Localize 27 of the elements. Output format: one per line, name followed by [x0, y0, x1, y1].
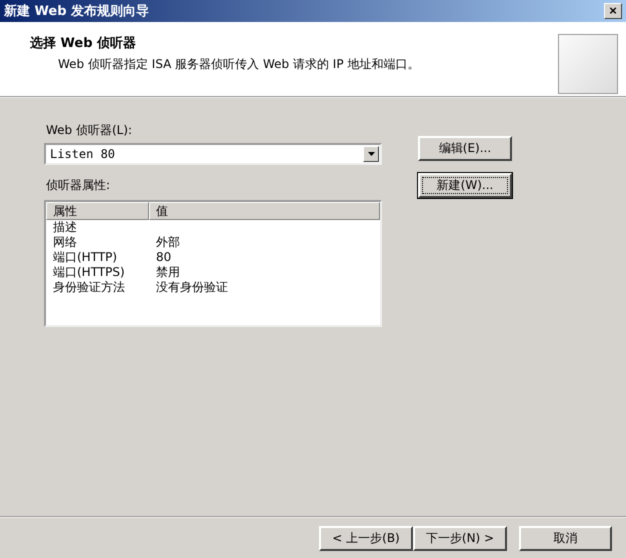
next-button[interactable]: 下一步(N) >: [413, 526, 507, 550]
table-cell-text: 没有身份验证: [156, 280, 229, 295]
table-cell-text: 禁用: [156, 265, 181, 280]
section-label: 侦听器属性:: [46, 177, 112, 194]
field-label: Web 侦听器(L):: [46, 122, 134, 139]
column-header[interactable]: 值: [149, 202, 380, 220]
cancel-button[interactable]: 取消: [519, 526, 612, 550]
caret-icon: [368, 152, 374, 156]
table-cell-text: 端口(HTTP): [53, 250, 118, 265]
listener-dropdown[interactable]: Listen 80: [44, 143, 382, 165]
wizard-graphic: [558, 34, 618, 94]
table-cell-text: 外部: [156, 235, 181, 250]
page-title: 选择 Web 侦听器: [30, 35, 138, 52]
new-button[interactable]: 新建(W)...: [418, 173, 512, 198]
table-cell-text: 80: [156, 250, 172, 265]
page-description: Web 侦听器指定 ISA 服务器侦听传入 Web 请求的 IP 地址和端口。: [57, 56, 420, 73]
table-cell-text: 身份验证方法: [53, 280, 126, 295]
back-button[interactable]: < 上一步(B): [319, 526, 413, 550]
table-cell-text: 端口(HTTPS): [53, 265, 126, 280]
dropdown-button[interactable]: [363, 146, 379, 162]
edit-button[interactable]: 编辑(E)...: [418, 136, 512, 161]
column-header[interactable]: 属性: [46, 202, 149, 220]
window-title: 新建 Web 发布规则向导: [4, 2, 150, 20]
table-cell-text: 描述: [53, 220, 78, 235]
close-button[interactable]: ×: [604, 3, 622, 19]
table-cell-text: 网络: [53, 235, 78, 250]
dropdown-value: Listen 80: [50, 147, 116, 161]
